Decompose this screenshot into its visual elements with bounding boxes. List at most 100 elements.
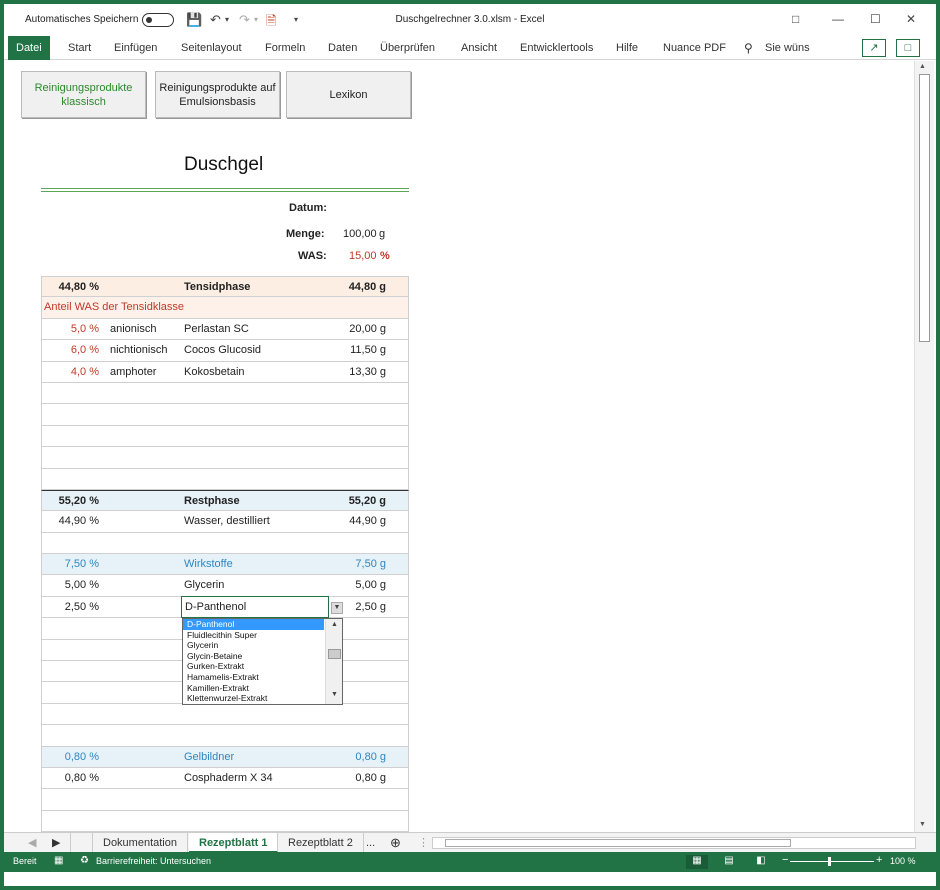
- table-row[interactable]: 4,0 % amphoter Kokosbetain 13,30 g: [41, 361, 409, 383]
- empty-row[interactable]: [41, 789, 409, 811]
- page-break-view-icon[interactable]: ◧: [750, 855, 772, 869]
- horizontal-scroll-thumb[interactable]: [445, 839, 791, 847]
- empty-row[interactable]: [41, 468, 409, 490]
- empty-row[interactable]: [41, 447, 409, 469]
- add-sheet-icon[interactable]: ⊕: [380, 833, 411, 853]
- status-ready: Bereit: [13, 856, 37, 866]
- rest-header-row[interactable]: 55,20 % Restphase 55,20 g: [41, 489, 409, 512]
- button-reinigung-emulsion[interactable]: Reinigungsprodukte auf Emulsionsbasis: [155, 71, 280, 118]
- sheet-tab-rezeptblatt-2[interactable]: Rezeptblatt 2: [278, 833, 364, 853]
- scroll-up-icon[interactable]: ▲: [919, 63, 926, 70]
- vertical-scrollbar[interactable]: ▲ ▼: [914, 61, 934, 833]
- button-lexikon[interactable]: Lexikon: [286, 71, 411, 118]
- empty-row[interactable]: [41, 725, 409, 747]
- tensid-pct: 44,80 %: [58, 281, 99, 293]
- horizontal-scrollbar[interactable]: [432, 837, 916, 849]
- accessibility-status[interactable]: Barrierefreiheit: Untersuchen: [96, 856, 211, 866]
- empty-row[interactable]: [41, 703, 409, 726]
- rest-pct: 55,20 %: [58, 494, 99, 507]
- table-row[interactable]: 6,0 % nichtionisch Cocos Glucosid 11,50 …: [41, 340, 409, 362]
- tab-formeln[interactable]: Formeln: [265, 36, 305, 60]
- dropdown-option[interactable]: Glycerin: [183, 640, 324, 651]
- button-reinigung-klassisch[interactable]: Reinigungsprodukte klassisch: [21, 71, 146, 118]
- tab-ansicht[interactable]: Ansicht: [461, 36, 497, 60]
- status-bar: Bereit ▦ ♻ Barrierefreiheit: Untersuchen…: [4, 852, 936, 872]
- empty-row[interactable]: [41, 425, 409, 448]
- table-row[interactable]: 0,80 % Cosphaderm X 34 0,80 g: [41, 767, 409, 790]
- excel-window: Automatisches Speichern 💾 ↶ ▾ ↷ ▾ 🗎 ▾ Du…: [4, 4, 936, 886]
- share-button[interactable]: ↗: [862, 39, 886, 57]
- dropdown-option[interactable]: Fluidlecithin Super: [183, 630, 324, 641]
- sheet-tab-rezeptblatt-1[interactable]: Rezeptblatt 1: [189, 833, 279, 853]
- tab-daten[interactable]: Daten: [328, 36, 357, 60]
- tab-seitenlayout[interactable]: Seitenlayout: [181, 36, 242, 60]
- dropdown-option[interactable]: Klettenwurzel-Extrakt: [183, 693, 324, 704]
- tab-hilfe[interactable]: Hilfe: [616, 36, 638, 60]
- empty-row[interactable]: [41, 382, 409, 405]
- tab-datei[interactable]: Datei: [8, 36, 50, 60]
- gelb-header-row[interactable]: 0,80 % Gelbildner 0,80 g: [41, 746, 409, 768]
- tab-ueberpruefen[interactable]: Überprüfen: [380, 36, 435, 60]
- zoom-slider-knob[interactable]: [828, 857, 831, 866]
- maximize-icon[interactable]: ☐: [870, 12, 881, 26]
- item-class: amphoter: [110, 365, 157, 378]
- tab-nuance-pdf[interactable]: Nuance PDF: [663, 36, 726, 60]
- dropdown-option[interactable]: Kamillen-Extrakt: [183, 683, 324, 694]
- zoom-slider-track[interactable]: [790, 861, 874, 862]
- item-class: nichtionisch: [110, 344, 168, 357]
- dropdown-scroll-thumb[interactable]: [328, 649, 341, 659]
- item-pct: 0,80 %: [64, 771, 99, 784]
- recipe-table: 44,80 % Tensidphase 44,80 g Anteil WAS d…: [41, 276, 409, 833]
- tensid-header-row[interactable]: 44,80 % Tensidphase 44,80 g: [41, 276, 409, 298]
- vertical-scroll-thumb[interactable]: [919, 74, 930, 342]
- dropdown-option[interactable]: Glycin-Betaine: [183, 651, 324, 662]
- ingredient-dropdown-list[interactable]: D-Panthenol Fluidlecithin Super Glycerin…: [182, 618, 343, 705]
- page-layout-view-icon[interactable]: ▤: [718, 855, 740, 869]
- wirk-header-row[interactable]: 7,50 % Wirkstoffe 7,50 g: [41, 554, 409, 576]
- item-pct: 2,50 %: [64, 600, 99, 613]
- was-label: WAS:: [298, 250, 327, 262]
- tab-start[interactable]: Start: [68, 36, 91, 60]
- item-pct: 44,90 %: [58, 515, 99, 528]
- close-icon[interactable]: ✕: [906, 12, 916, 26]
- worksheet[interactable]: Reinigungsprodukte klassisch Reinigungsp…: [4, 61, 914, 833]
- tab-einfuegen[interactable]: Einfügen: [114, 36, 157, 60]
- zoom-out-icon[interactable]: −: [782, 854, 788, 866]
- empty-row[interactable]: [41, 532, 409, 555]
- ingredient-select-cell[interactable]: D-Panthenol: [181, 596, 329, 618]
- scroll-down-icon[interactable]: ▼: [919, 821, 926, 828]
- sheet-tab-dokumentation[interactable]: Dokumentation: [92, 833, 188, 853]
- accessibility-icon[interactable]: ♻: [80, 855, 89, 866]
- tab-entwicklertools[interactable]: Entwicklertools: [520, 36, 593, 60]
- item-name: Cosphaderm X 34: [184, 771, 273, 784]
- search-box[interactable]: Sie wüns: [765, 36, 810, 60]
- ribbon-display-icon[interactable]: □: [792, 12, 799, 26]
- datum-label: Datum:: [289, 202, 327, 214]
- dropdown-scrollbar[interactable]: ▲ ▼: [325, 619, 342, 704]
- empty-row[interactable]: [41, 404, 409, 426]
- dropdown-arrow-icon[interactable]: ▼: [331, 602, 343, 614]
- zoom-in-icon[interactable]: +: [876, 854, 882, 866]
- empty-row[interactable]: [41, 810, 409, 833]
- item-pct: 5,0 %: [70, 322, 99, 335]
- zoom-level[interactable]: 100 %: [890, 856, 916, 866]
- comments-button[interactable]: □: [896, 39, 920, 57]
- table-row[interactable]: 5,0 % anionisch Perlastan SC 20,00 g: [41, 318, 409, 341]
- was-unit: %: [380, 250, 390, 262]
- item-pct: 5,00 %: [64, 579, 99, 592]
- dropdown-option[interactable]: Gurken-Extrakt: [183, 661, 324, 672]
- dropdown-option[interactable]: D-Panthenol: [183, 619, 324, 630]
- minimize-icon[interactable]: —: [832, 12, 844, 26]
- tensid-note-row[interactable]: Anteil WAS der Tensidklasse: [41, 297, 409, 319]
- next-sheet-icon[interactable]: ▶: [42, 833, 72, 853]
- scroll-up-icon[interactable]: ▲: [326, 621, 343, 628]
- macro-record-icon[interactable]: ▦: [54, 855, 63, 866]
- search-icon[interactable]: ⚲: [744, 36, 753, 60]
- dropdown-option[interactable]: Hamamelis-Extrakt: [183, 672, 324, 683]
- table-row[interactable]: 44,90 % Wasser, destilliert 44,90 g: [41, 511, 409, 533]
- table-row[interactable]: 5,00 % Glycerin 5,00 g: [41, 575, 409, 597]
- gelb-name: Gelbildner: [184, 750, 235, 763]
- menge-value: 100,00: [343, 228, 377, 240]
- scroll-down-icon[interactable]: ▼: [326, 691, 343, 698]
- normal-view-icon[interactable]: ▦: [686, 855, 708, 869]
